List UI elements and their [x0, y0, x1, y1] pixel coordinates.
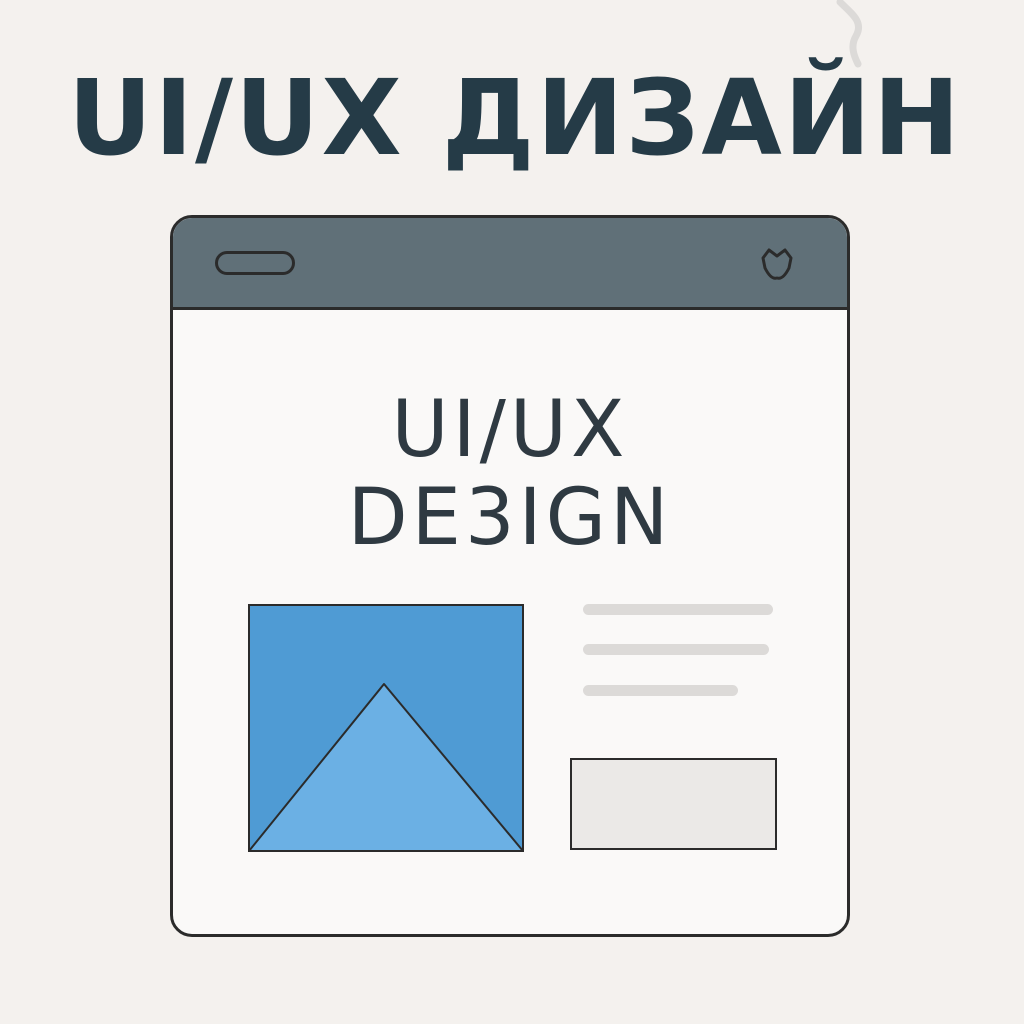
window-title-line2: DE3IGN — [347, 473, 673, 563]
window-title-line1: UI/UX — [391, 385, 629, 475]
placeholder-button[interactable] — [570, 758, 777, 850]
text-line-3 — [583, 685, 738, 696]
window-titlebar — [173, 218, 847, 310]
browser-window: UI/UX DE3IGN — [170, 215, 850, 937]
pill-icon[interactable] — [215, 251, 295, 275]
text-line-2 — [583, 644, 769, 655]
image-placeholder-icon — [248, 604, 524, 852]
fox-icon[interactable] — [753, 246, 801, 286]
window-title: UI/UX DE3IGN — [173, 386, 847, 562]
page-heading: UI/UX ДИЗАЙН — [67, 57, 962, 179]
text-line-1 — [583, 604, 773, 615]
